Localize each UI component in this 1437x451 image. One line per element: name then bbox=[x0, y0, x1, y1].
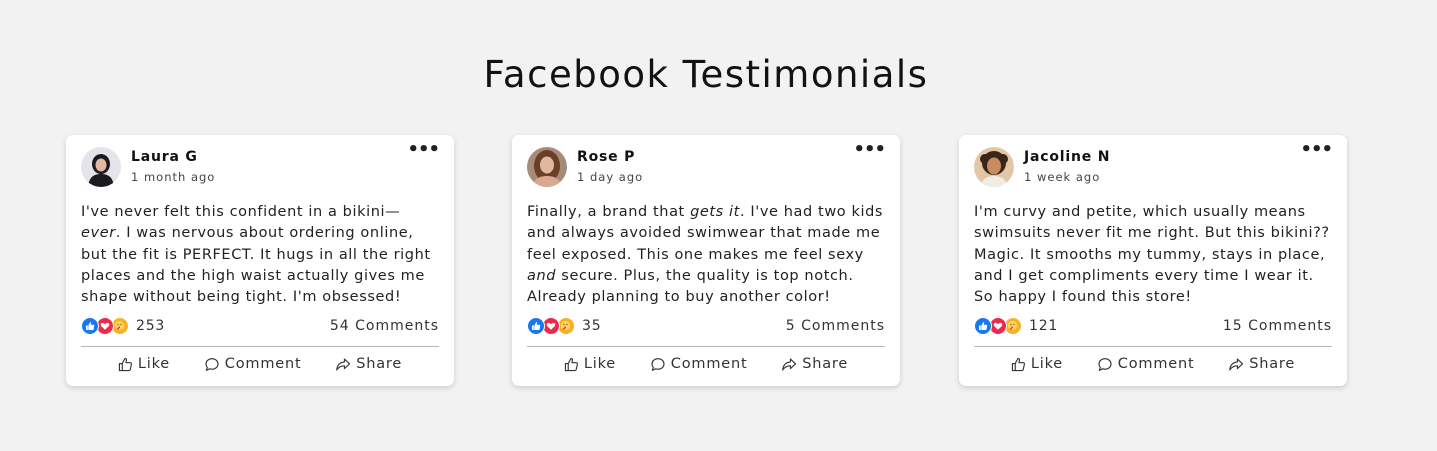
more-options-icon[interactable]: ••• bbox=[853, 141, 886, 159]
testimonial-card-jacoline: Jacoline N 1 week ago ••• I'm curvy and … bbox=[959, 135, 1347, 387]
comment-button[interactable]: Comment bbox=[650, 356, 748, 372]
testimonial-card-rose: Rose P 1 day ago ••• Finally, a brand th… bbox=[512, 135, 900, 387]
avatar[interactable] bbox=[527, 147, 567, 187]
like-label: Like bbox=[1030, 356, 1063, 373]
comment-button[interactable]: Comment bbox=[204, 356, 302, 372]
share-button[interactable]: Share bbox=[1228, 356, 1295, 372]
divider bbox=[81, 346, 439, 348]
comment-button[interactable]: Comment bbox=[1097, 356, 1195, 372]
comments-count[interactable]: 15 Comments bbox=[1223, 318, 1332, 334]
card-header: Jacoline N 1 week ago ••• bbox=[974, 141, 1333, 187]
reactions-summary[interactable]: 121 bbox=[974, 317, 1059, 336]
share-arrow-icon bbox=[336, 358, 351, 371]
like-reaction-icon bbox=[81, 317, 99, 336]
like-label: Like bbox=[583, 356, 616, 373]
comment-label: Comment bbox=[1117, 356, 1195, 373]
share-label: Share bbox=[802, 356, 849, 373]
author-info: Rose P 1 day ago bbox=[577, 149, 643, 185]
author-name[interactable]: Rose P bbox=[577, 149, 643, 166]
page-title: Facebook Testimonials bbox=[483, 53, 929, 96]
divider bbox=[974, 346, 1332, 348]
speech-bubble-icon bbox=[205, 358, 219, 371]
testimonial-text: I've never felt this confident in a biki… bbox=[81, 204, 431, 306]
author-info: Laura G 1 month ago bbox=[131, 149, 215, 185]
post-time[interactable]: 1 week ago bbox=[1024, 169, 1110, 185]
post-stats: 35 5 Comments bbox=[527, 315, 885, 337]
card-header: Laura G 1 month ago ••• bbox=[81, 141, 440, 187]
post-time[interactable]: 1 day ago bbox=[577, 169, 643, 185]
thumbs-up-icon bbox=[1011, 357, 1025, 372]
comment-label: Comment bbox=[670, 356, 748, 373]
speech-bubble-icon bbox=[1098, 358, 1112, 371]
avatar[interactable] bbox=[974, 147, 1014, 187]
like-label: Like bbox=[137, 356, 170, 373]
action-bar: Like Comment Share bbox=[81, 356, 439, 372]
more-options-icon[interactable]: ••• bbox=[1300, 141, 1333, 159]
reactions-summary[interactable]: 35 bbox=[527, 317, 602, 336]
card-header: Rose P 1 day ago ••• bbox=[527, 141, 886, 187]
like-button[interactable]: Like bbox=[118, 356, 170, 372]
comment-label: Comment bbox=[224, 356, 302, 373]
comments-count[interactable]: 5 Comments bbox=[786, 318, 885, 334]
testimonial-text: I'm curvy and petite, which usually mean… bbox=[974, 204, 1330, 306]
testimonial-card-laura: Laura G 1 month ago ••• I've never felt … bbox=[66, 135, 454, 387]
author-info: Jacoline N 1 week ago bbox=[1024, 149, 1110, 185]
action-bar: Like Comment Share bbox=[974, 356, 1332, 372]
reaction-count: 253 bbox=[136, 318, 166, 335]
reaction-count: 35 bbox=[582, 318, 602, 335]
share-arrow-icon bbox=[1229, 358, 1244, 371]
speech-bubble-icon bbox=[651, 358, 665, 371]
share-button[interactable]: Share bbox=[335, 356, 402, 372]
thumbs-up-icon bbox=[564, 357, 578, 372]
author-name[interactable]: Laura G bbox=[131, 149, 215, 166]
share-arrow-icon bbox=[782, 358, 797, 371]
share-label: Share bbox=[1249, 356, 1296, 373]
author-name[interactable]: Jacoline N bbox=[1024, 149, 1110, 166]
thumbs-up-icon bbox=[118, 357, 132, 372]
like-button[interactable]: Like bbox=[564, 356, 616, 372]
post-stats: 121 15 Comments bbox=[974, 315, 1332, 337]
testimonial-text: Finally, a brand that gets it. I've had … bbox=[527, 204, 884, 306]
like-reaction-icon bbox=[974, 317, 992, 336]
divider bbox=[527, 346, 885, 348]
more-options-icon[interactable]: ••• bbox=[407, 141, 440, 159]
like-reaction-icon bbox=[527, 317, 545, 336]
post-stats: 253 54 Comments bbox=[81, 315, 439, 337]
like-button[interactable]: Like bbox=[1011, 356, 1063, 372]
action-bar: Like Comment Share bbox=[527, 356, 885, 372]
reactions-summary[interactable]: 253 bbox=[81, 317, 166, 336]
share-label: Share bbox=[356, 356, 403, 373]
post-time[interactable]: 1 month ago bbox=[131, 169, 215, 185]
share-button[interactable]: Share bbox=[781, 356, 848, 372]
comments-count[interactable]: 54 Comments bbox=[330, 318, 439, 334]
reaction-count: 121 bbox=[1029, 318, 1059, 335]
avatar[interactable] bbox=[81, 147, 121, 187]
